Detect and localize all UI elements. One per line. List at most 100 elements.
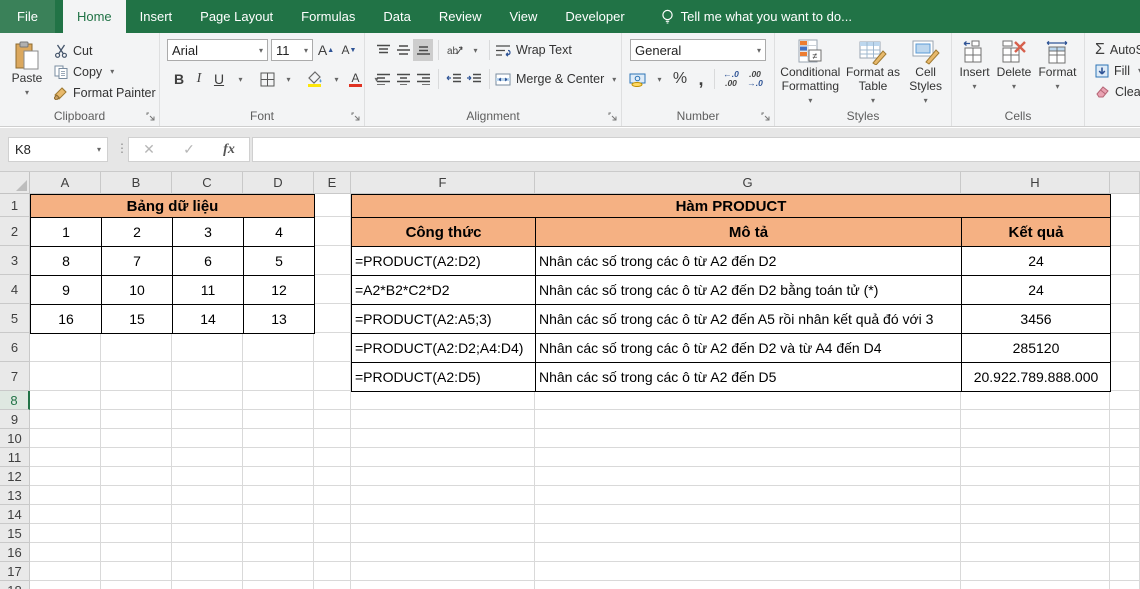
cell-F13[interactable] bbox=[351, 486, 535, 505]
tell-me-box[interactable]: Tell me what you want to do... bbox=[661, 0, 852, 33]
row-header-2[interactable]: 2 bbox=[0, 217, 30, 246]
enter-icon[interactable]: ✓ bbox=[183, 141, 195, 158]
cell-F7-formula[interactable]: =PRODUCT(A2:D5) bbox=[351, 362, 536, 392]
row-header-11[interactable]: 11 bbox=[0, 448, 30, 467]
align-left-icon[interactable] bbox=[373, 68, 393, 90]
cell-I14[interactable] bbox=[1110, 505, 1140, 524]
align-right-icon[interactable] bbox=[413, 68, 433, 90]
cell-I12[interactable] bbox=[1110, 467, 1140, 486]
row-header-18[interactable]: 18 bbox=[0, 581, 30, 589]
cell-B7[interactable] bbox=[101, 362, 172, 391]
copy-button[interactable]: Copy bbox=[54, 61, 156, 82]
cell-F11[interactable] bbox=[351, 448, 535, 467]
column-header-partial[interactable] bbox=[1110, 172, 1140, 194]
middle-align-icon[interactable] bbox=[393, 39, 413, 61]
fill-color-dropdown-icon[interactable] bbox=[325, 68, 345, 90]
cell-E18[interactable] bbox=[314, 581, 351, 589]
borders-dropdown-icon[interactable] bbox=[277, 68, 297, 90]
cell-C11[interactable] bbox=[172, 448, 243, 467]
cell-H7-result[interactable]: 20.922.789.888.000 bbox=[961, 362, 1111, 392]
tab-formulas[interactable]: Formulas bbox=[287, 0, 369, 33]
cell-B11[interactable] bbox=[101, 448, 172, 467]
cell-I6[interactable] bbox=[1110, 333, 1140, 362]
cell-H9[interactable] bbox=[961, 410, 1110, 429]
cell-E10[interactable] bbox=[314, 429, 351, 448]
clipboard-dialog-launcher-icon[interactable] bbox=[146, 112, 156, 122]
cell-H5-result[interactable]: 3456 bbox=[961, 304, 1111, 334]
cell-C12[interactable] bbox=[172, 467, 243, 486]
cell-G16[interactable] bbox=[535, 543, 961, 562]
cell-C17[interactable] bbox=[172, 562, 243, 581]
conditional-formatting-button[interactable]: ≠ Conditional Formatting ▾ bbox=[777, 36, 843, 108]
cell-B17[interactable] bbox=[101, 562, 172, 581]
cell-B15[interactable] bbox=[101, 524, 172, 543]
cell-H4-result[interactable]: 24 bbox=[961, 275, 1111, 305]
cell-G12[interactable] bbox=[535, 467, 961, 486]
fill-color-icon[interactable] bbox=[305, 68, 325, 90]
row-header-6[interactable]: 6 bbox=[0, 333, 30, 362]
tab-home[interactable]: Home bbox=[63, 0, 126, 33]
cell-F14[interactable] bbox=[351, 505, 535, 524]
cell-C10[interactable] bbox=[172, 429, 243, 448]
cell-E5[interactable] bbox=[314, 304, 351, 333]
row-header-5[interactable]: 5 bbox=[0, 304, 30, 333]
cell-C5[interactable]: 14 bbox=[172, 304, 244, 334]
cell-I2[interactable] bbox=[1110, 217, 1140, 246]
cell-C8[interactable] bbox=[172, 391, 243, 410]
name-box[interactable]: K8 ▾ bbox=[8, 137, 108, 162]
cell-H18[interactable] bbox=[961, 581, 1110, 589]
cell-D13[interactable] bbox=[243, 486, 314, 505]
cell-A2[interactable]: 1 bbox=[30, 217, 102, 247]
cell-A15[interactable] bbox=[30, 524, 101, 543]
cell-C3[interactable]: 6 bbox=[172, 246, 244, 276]
cell-E11[interactable] bbox=[314, 448, 351, 467]
cell-E3[interactable] bbox=[314, 246, 351, 275]
cell-H14[interactable] bbox=[961, 505, 1110, 524]
cell-G15[interactable] bbox=[535, 524, 961, 543]
column-header-C[interactable]: C bbox=[172, 172, 243, 194]
orientation-dropdown-icon[interactable] bbox=[464, 39, 484, 61]
row-header-12[interactable]: 12 bbox=[0, 467, 30, 486]
cell-H3-result[interactable]: 24 bbox=[961, 246, 1111, 276]
formula-input[interactable] bbox=[252, 137, 1140, 162]
cell-C4[interactable]: 11 bbox=[172, 275, 244, 305]
cell-E15[interactable] bbox=[314, 524, 351, 543]
cell-B13[interactable] bbox=[101, 486, 172, 505]
cell-I8[interactable] bbox=[1110, 391, 1140, 410]
cell-A6[interactable] bbox=[30, 333, 101, 362]
cell-F9[interactable] bbox=[351, 410, 535, 429]
cell-A4[interactable]: 9 bbox=[30, 275, 102, 305]
cell-E14[interactable] bbox=[314, 505, 351, 524]
row-header-7[interactable]: 7 bbox=[0, 362, 30, 391]
delete-dropdown-icon[interactable]: ▾ bbox=[1012, 80, 1016, 94]
row-header-16[interactable]: 16 bbox=[0, 543, 30, 562]
tab-developer[interactable]: Developer bbox=[551, 0, 638, 33]
cell-C9[interactable] bbox=[172, 410, 243, 429]
cell-F17[interactable] bbox=[351, 562, 535, 581]
increase-indent-icon[interactable] bbox=[464, 68, 484, 90]
decrease-indent-icon[interactable] bbox=[444, 68, 464, 90]
cell-B8[interactable] bbox=[101, 391, 172, 410]
cell-G17[interactable] bbox=[535, 562, 961, 581]
cell-H11[interactable] bbox=[961, 448, 1110, 467]
underline-button[interactable]: U bbox=[209, 68, 229, 90]
format-as-table-dropdown-icon[interactable]: ▾ bbox=[871, 94, 875, 108]
number-dialog-launcher-icon[interactable] bbox=[761, 112, 771, 122]
cell-G8[interactable] bbox=[535, 391, 961, 410]
clear-button[interactable]: Clear bbox=[1095, 81, 1140, 102]
font-size-combo[interactable]: 11▾ bbox=[271, 39, 313, 61]
format-dropdown-icon[interactable]: ▾ bbox=[1055, 80, 1059, 94]
column-header-D[interactable]: D bbox=[243, 172, 314, 194]
cell-A11[interactable] bbox=[30, 448, 101, 467]
cell-F6-formula[interactable]: =PRODUCT(A2:D2;A4:D4) bbox=[351, 333, 536, 363]
italic-button[interactable]: I bbox=[189, 68, 209, 90]
column-header-E[interactable]: E bbox=[314, 172, 351, 194]
column-header-A[interactable]: A bbox=[30, 172, 101, 194]
increase-font-size-button[interactable]: A▲ bbox=[316, 39, 336, 61]
cell-D14[interactable] bbox=[243, 505, 314, 524]
cell-F5-formula[interactable]: =PRODUCT(A2:A5;3) bbox=[351, 304, 536, 334]
cell-G9[interactable] bbox=[535, 410, 961, 429]
cell-styles-button[interactable]: Cell Styles ▾ bbox=[903, 36, 949, 108]
cell-D18[interactable] bbox=[243, 581, 314, 589]
row-header-8[interactable]: 8 bbox=[0, 391, 30, 410]
